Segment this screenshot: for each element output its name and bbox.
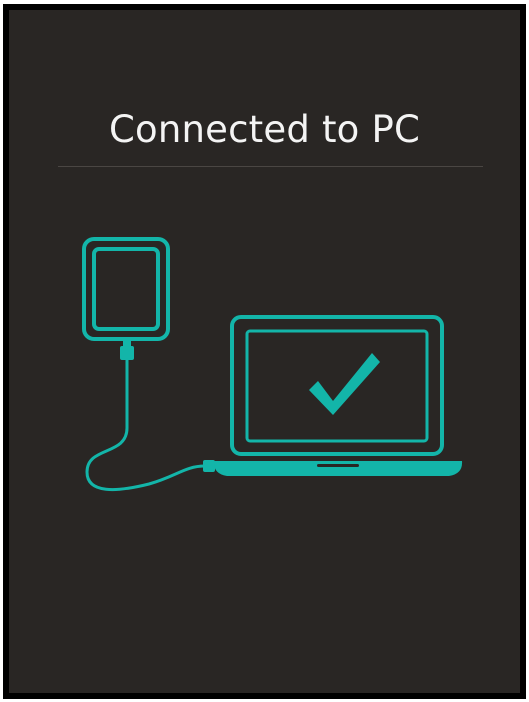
ereader-device-icon [82,237,170,341]
device-frame: Connected to PC [3,4,526,699]
usb-cable-icon [85,340,215,492]
connected-screen: Connected to PC [9,10,520,693]
connection-illustration [82,237,463,492]
checkmark-icon [309,353,380,415]
